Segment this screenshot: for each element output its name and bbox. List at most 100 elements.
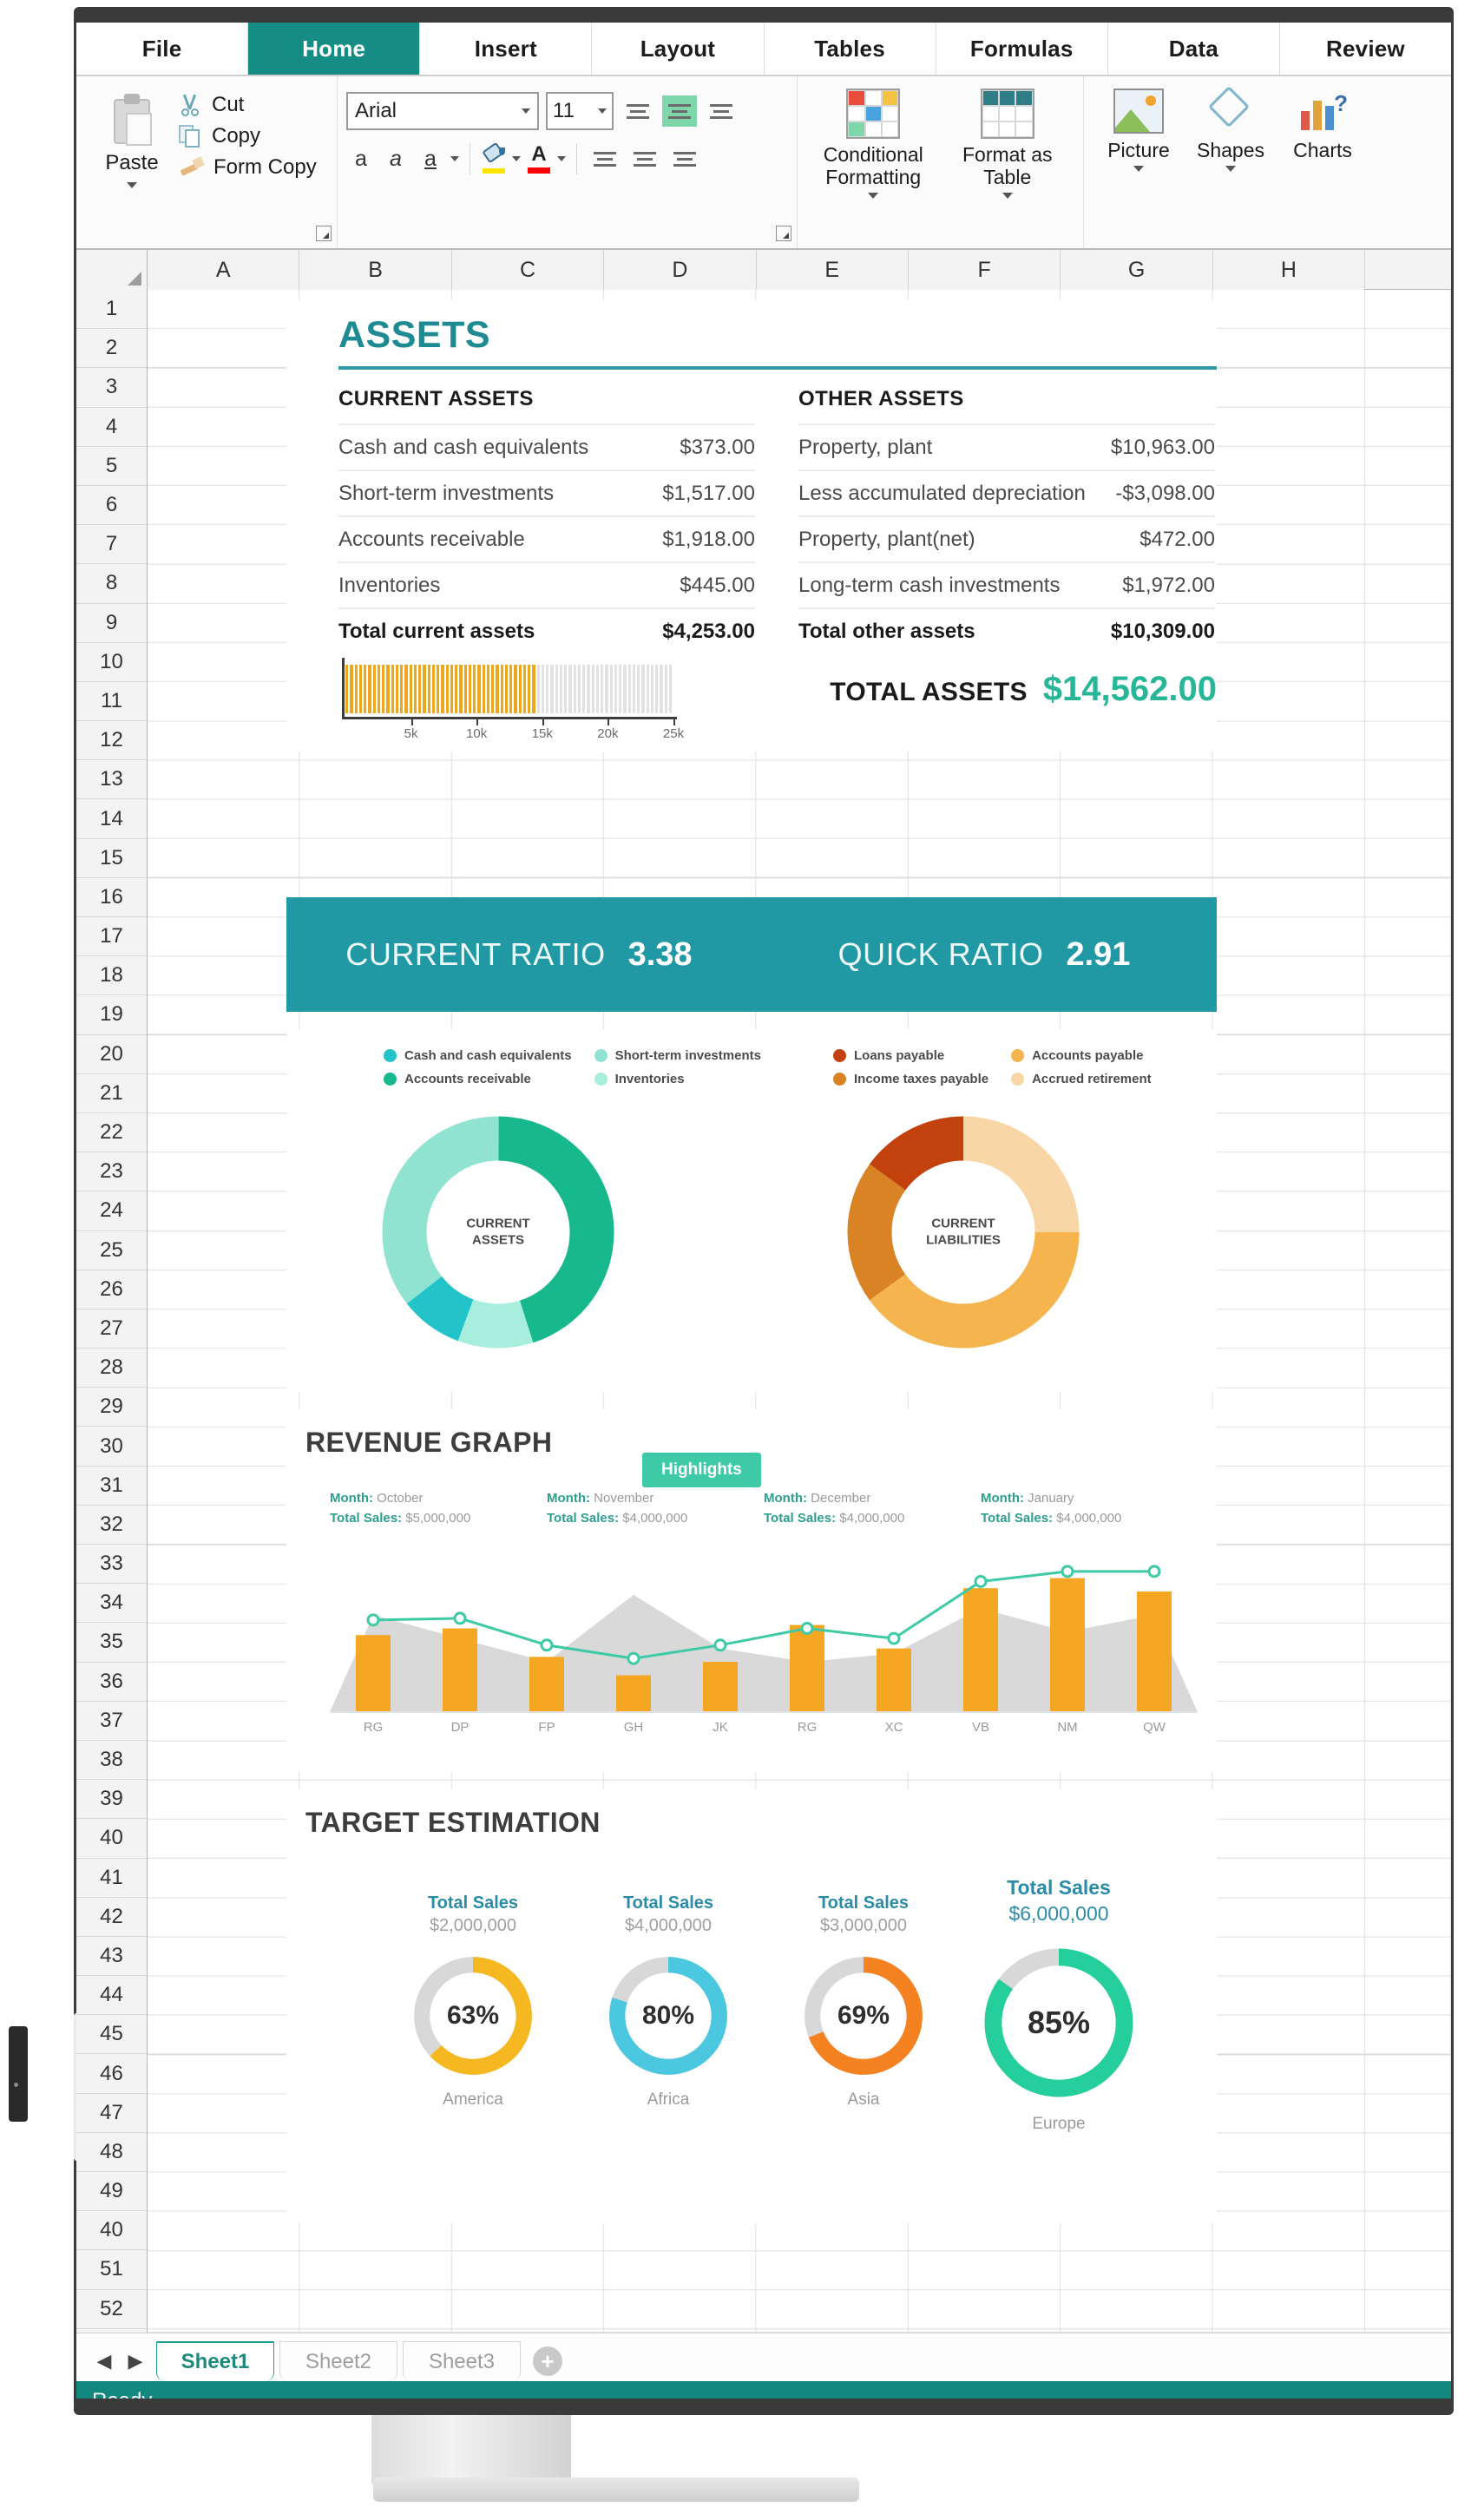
row-header-15[interactable]: 15 [76,839,147,878]
row-header-45[interactable]: 45 [76,2015,147,2054]
row-header-27[interactable]: 27 [76,1309,147,1349]
underline-button[interactable]: a [416,142,445,175]
row-header-3[interactable]: 3 [76,368,147,407]
font-size-select[interactable]: 11 [546,92,614,130]
column-header-G[interactable]: G [1061,250,1212,290]
chevron-down-icon[interactable] [1225,166,1236,172]
row-header-1[interactable]: 1 [76,290,147,329]
align-bottom-button[interactable] [704,95,739,127]
row-header-25[interactable]: 25 [76,1231,147,1270]
conditional-formatting-button[interactable]: Conditional Formatting [806,83,941,199]
row-header-31[interactable]: 31 [76,1467,147,1506]
format-painter-button[interactable]: Form Copy [179,156,317,179]
shapes-button[interactable]: Shapes [1185,83,1277,172]
row-header-44[interactable]: 44 [76,1976,147,2015]
row-header-4[interactable]: 4 [76,408,147,447]
row-header-52[interactable]: 52 [76,2290,147,2329]
column-header-H[interactable]: H [1213,250,1365,290]
chevron-down-icon[interactable] [868,193,878,199]
align-right-button[interactable] [667,143,702,174]
row-header-37[interactable]: 37 [76,1702,147,1741]
format-as-table-button[interactable]: Format as Table [941,83,1075,199]
row-header-46[interactable]: 46 [76,2054,147,2093]
bold-button[interactable]: a [346,142,376,175]
column-header-A[interactable]: A [148,250,299,290]
fill-color-icon[interactable] [481,144,507,174]
column-header-B[interactable]: B [299,250,451,290]
row-header-17[interactable]: 17 [76,917,147,956]
row-header-41[interactable]: 41 [76,1859,147,1898]
row-header-42[interactable]: 42 [76,1898,147,1937]
spreadsheet-grid-area[interactable]: ABCDEFGH 1234567891011121314151617181920… [76,250,1451,2333]
chevron-down-icon[interactable] [512,156,521,161]
row-header-43[interactable]: 43 [76,1937,147,1976]
cut-button[interactable]: Cut [179,94,317,116]
paste-button[interactable]: Paste [85,83,179,188]
row-header-47[interactable]: 47 [76,2094,147,2133]
ribbon-tab-formulas[interactable]: Formulas [936,23,1108,75]
copy-button[interactable]: Copy [179,125,317,148]
align-center-button[interactable] [627,143,662,174]
row-header-33[interactable]: 33 [76,1545,147,1584]
row-header-48[interactable]: 48 [76,2133,147,2172]
italic-button[interactable]: a [381,142,410,175]
ribbon-tab-review[interactable]: Review [1280,23,1451,75]
column-header-F[interactable]: F [909,250,1061,290]
row-header-19[interactable]: 19 [76,995,147,1034]
picture-button[interactable]: Picture [1093,83,1185,172]
row-header-30[interactable]: 30 [76,1427,147,1466]
column-header-E[interactable]: E [757,250,909,290]
chevron-down-icon[interactable] [1002,193,1013,199]
row-header-29[interactable]: 29 [76,1388,147,1427]
column-header-C[interactable]: C [452,250,604,290]
chevron-down-icon[interactable] [1133,166,1144,172]
row-header-2[interactable]: 2 [76,329,147,368]
ribbon-tab-file[interactable]: File [76,23,248,75]
row-header-51[interactable]: 51 [76,2250,147,2289]
align-top-button[interactable] [621,95,655,127]
row-header-12[interactable]: 12 [76,721,147,760]
row-header-8[interactable]: 8 [76,564,147,603]
chevron-down-icon[interactable] [127,182,137,188]
column-header-D[interactable]: D [604,250,756,290]
row-header-32[interactable]: 32 [76,1506,147,1545]
row-header-6[interactable]: 6 [76,486,147,525]
row-header-28[interactable]: 28 [76,1349,147,1388]
row-header-5[interactable]: 5 [76,447,147,486]
ribbon-tab-tables[interactable]: Tables [765,23,936,75]
row-header-35[interactable]: 35 [76,1623,147,1662]
row-header-13[interactable]: 13 [76,760,147,799]
row-header-40[interactable]: 40 [76,1819,147,1858]
row-header-9[interactable]: 9 [76,604,147,643]
row-header-10[interactable]: 10 [76,643,147,682]
highlights-badge[interactable]: Highlights [642,1453,761,1487]
sheet-tab-sheet3[interactable]: Sheet3 [403,2341,521,2381]
row-header-18[interactable]: 18 [76,956,147,995]
row-header-26[interactable]: 26 [76,1270,147,1309]
align-left-button[interactable] [588,143,622,174]
ribbon-tab-home[interactable]: Home [248,23,420,75]
chevron-down-icon[interactable] [450,156,459,161]
row-header-20[interactable]: 20 [76,1035,147,1074]
font-family-select[interactable]: Arial [346,92,539,130]
row-header-16[interactable]: 16 [76,878,147,917]
row-header-38[interactable]: 38 [76,1741,147,1780]
sheet-tab-sheet2[interactable]: Sheet2 [279,2341,397,2381]
row-header-23[interactable]: 23 [76,1152,147,1191]
sheet-tab-sheet1[interactable]: Sheet1 [156,2341,274,2381]
row-header-39[interactable]: 39 [76,1780,147,1819]
row-header-22[interactable]: 22 [76,1113,147,1152]
next-sheet-arrow[interactable]: ▶ [120,2341,151,2381]
row-header-40[interactable]: 40 [76,2211,147,2250]
row-header-36[interactable]: 36 [76,1663,147,1702]
charts-button[interactable]: ? Charts [1277,83,1369,162]
row-header-14[interactable]: 14 [76,799,147,838]
row-header-34[interactable]: 34 [76,1584,147,1623]
ribbon-tab-data[interactable]: Data [1108,23,1280,75]
select-all-corner[interactable] [76,250,148,290]
font-dialog-launcher[interactable] [776,226,791,241]
ribbon-tab-layout[interactable]: Layout [592,23,764,75]
row-header-21[interactable]: 21 [76,1074,147,1113]
ribbon-tab-insert[interactable]: Insert [420,23,592,75]
clipboard-dialog-launcher[interactable] [316,226,332,241]
